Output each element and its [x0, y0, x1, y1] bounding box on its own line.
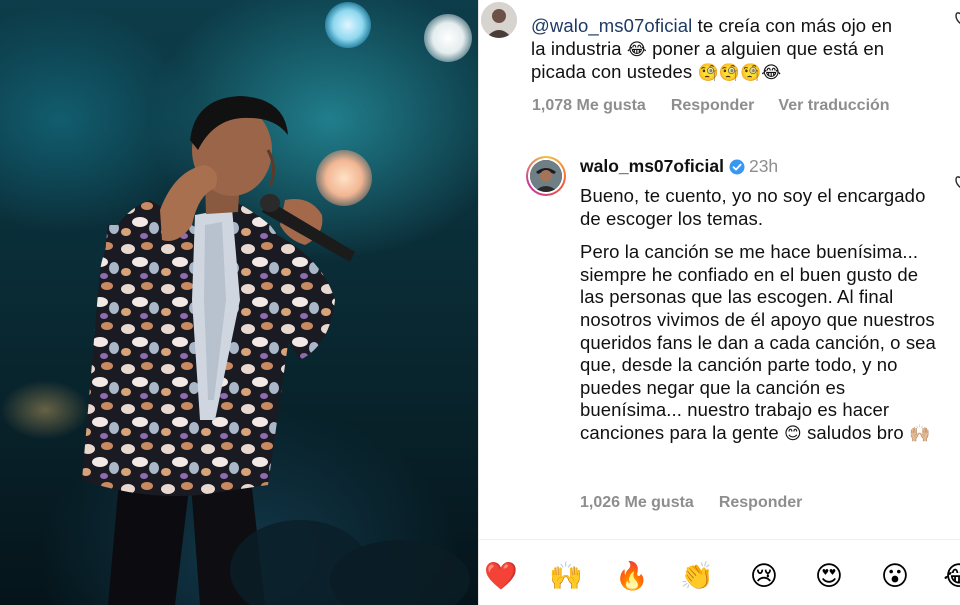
comment-body: @walo_ms07oficial te creía con más ojo e…: [531, 15, 951, 85]
raising-hands-emoji: 🙌🏼: [909, 423, 931, 444]
divider: [479, 539, 960, 540]
reaction-heart[interactable]: ❤️: [484, 560, 518, 594]
reaction-laughing[interactable]: 😂: [942, 560, 960, 594]
person-icon: [481, 2, 517, 38]
reply-paragraph-2-end: saludos bro: [801, 421, 910, 443]
comment-line3: picada con ustedes: [531, 61, 698, 83]
laughing-emoji: 😂: [626, 39, 647, 60]
reply-paragraph-2: Pero la canción se me hace buenísima... …: [580, 241, 940, 445]
verified-badge-icon: [729, 159, 745, 174]
like-comment-heart-icon[interactable]: [955, 10, 960, 26]
like-reply-heart-icon[interactable]: [955, 174, 960, 190]
reaction-fire[interactable]: 🔥: [615, 560, 649, 594]
reply-actions: 1,026 Me gusta Responder: [580, 494, 802, 512]
comments-panel: @walo_ms07oficial te creía con más ojo e…: [478, 0, 960, 605]
reply-avatar[interactable]: [526, 156, 566, 196]
comment-reply-button[interactable]: Responder: [671, 97, 755, 115]
comment-line1: te creía con más ojo en: [692, 15, 893, 36]
reply-username[interactable]: walo_ms07oficial: [580, 156, 724, 177]
monocle-emojis: 🧐🧐🧐😂: [697, 63, 782, 84]
comment-like-count[interactable]: 1,078 Me gusta: [532, 97, 646, 115]
reply-timestamp: 23h: [748, 156, 779, 176]
quick-reactions-bar: ❤️ 🙌 🔥 👏 😢 😍 😮 😂: [479, 548, 960, 605]
reply-paragraph-1: Bueno, te cuento, yo no soy el encargado…: [580, 185, 926, 229]
reaction-raising-hands[interactable]: 🙌: [549, 560, 583, 594]
reply-paragraph-2-text: Pero la canción se me hace buenísima... …: [580, 241, 936, 443]
reaction-heart-eyes[interactable]: 😍: [812, 560, 846, 594]
reply-body: Bueno, te cuento, yo no soy el encargado…: [580, 185, 940, 446]
reaction-surprised[interactable]: 😮: [878, 560, 912, 594]
concert-photo: [0, 0, 478, 605]
comment-actions: 1,078 Me gusta Responder Ver traducción: [532, 97, 890, 115]
translate-button[interactable]: Ver traducción: [778, 97, 889, 115]
reply-like-count[interactable]: 1,026 Me gusta: [580, 494, 694, 512]
reply-reply-button[interactable]: Responder: [719, 494, 803, 512]
reaction-clapping[interactable]: 👏: [680, 560, 714, 594]
comment-line2-b: poner a alguien que está en: [646, 37, 885, 59]
person-icon: [530, 160, 562, 192]
mention-link[interactable]: @walo_ms07oficial: [531, 15, 692, 36]
commenter-avatar[interactable]: [481, 2, 517, 38]
comment-line2-a: la industria: [531, 37, 627, 59]
reply-header: walo_ms07oficial 23h: [580, 156, 778, 177]
reaction-crying[interactable]: 😢: [747, 560, 781, 594]
smiling-emoji: 😊: [784, 423, 802, 444]
singer-illustration: [82, 96, 470, 605]
